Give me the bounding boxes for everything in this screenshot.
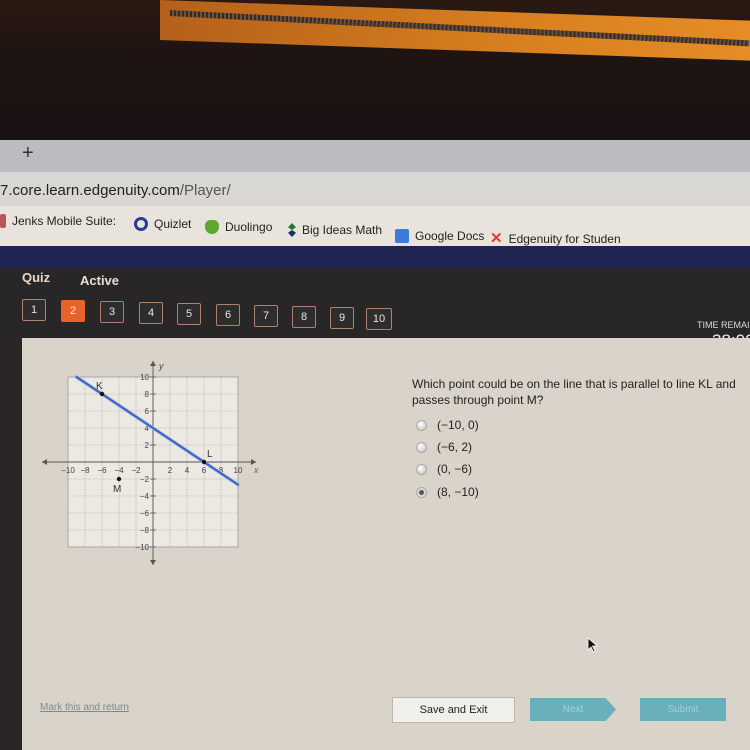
jenks-icon [0,214,6,228]
y-axis-arrow-up [150,361,156,366]
url-path: /Player/ [179,182,231,199]
y-tick-label: 2 [145,441,150,450]
point-m [116,476,122,482]
y-tick-label: 6 [145,407,150,416]
question-button-4[interactable]: 4 [139,302,163,324]
mark-and-return-link[interactable]: Mark this and return [40,702,129,713]
choice-label: (−6, 2) [437,440,473,454]
radio-button[interactable] [416,441,427,453]
answer-choice-2[interactable]: (−6, 2) [416,440,472,454]
bookmark-label: Jenks Mobile Suite: [12,214,117,228]
bookmark-big-ideas-math[interactable]: Big Ideas Math [288,223,382,237]
question-button-7[interactable]: 7 [254,305,278,327]
question-button-3[interactable]: 3 [100,301,124,323]
y-tick-label: −10 [135,543,149,552]
radio-button[interactable] [416,419,427,431]
x-tick-label: 4 [185,466,190,475]
radio-button[interactable] [416,463,427,475]
x-tick-label: −2 [131,466,141,475]
y-axis-arrow-down [150,560,156,565]
coordinate-graph: −10 −8 −6 −4 −2 2 4 6 8 10108642−2−4−6−8−10 KLM x… [42,361,259,565]
x-axis-label: x [253,465,259,475]
x-tick-label: 10 [234,466,243,475]
quiz-type-label: Quiz [22,270,51,285]
radio-button-selected[interactable] [416,486,427,498]
google-docs-icon [395,229,409,243]
time-remaining-label: TIME REMAI [697,320,750,330]
bookmark-label: Big Ideas Math [302,223,383,237]
bookmark-label: Google Docs [415,229,485,243]
x-tick-label: 2 [168,466,173,475]
submit-button[interactable]: Submit [640,698,726,721]
x-tick-label: −10 [61,466,75,475]
y-tick-label: −6 [140,509,150,518]
answer-choice-4[interactable]: (8, −10) [416,485,479,499]
question-button-1[interactable]: 1 [22,299,46,321]
x-tick-label: 6 [202,466,207,475]
y-tick-label: 8 [145,390,150,399]
big-ideas-math-icon [288,223,296,237]
y-axis-label: y [158,361,164,371]
left-sidebar [0,340,22,750]
choice-label: (0, −6) [437,462,473,476]
point-l [201,459,207,465]
question-button-5[interactable]: 5 [177,303,201,325]
question-button-8[interactable]: 8 [292,306,316,328]
bookmark-quizlet[interactable]: Quizlet [134,217,191,231]
tab-strip [0,140,750,172]
choice-label: (−10, 0) [437,418,479,432]
question-text: Which point could be on the line that is… [412,377,736,407]
x-axis-arrow-left [42,459,47,465]
point-k [99,391,105,397]
answer-choice-3[interactable]: (0, −6) [416,462,472,476]
y-tick-label: −8 [140,526,150,535]
new-tab-icon[interactable]: + [22,142,34,165]
answer-choice-1[interactable]: (−10, 0) [416,418,479,432]
point-label-m: M [113,484,121,495]
next-button[interactable]: Next [530,698,616,721]
bookmark-duolingo[interactable]: Duolingo [205,220,272,234]
question-button-2[interactable]: 2 [61,300,85,322]
x-tick-label: −4 [114,466,124,475]
url-text[interactable]: 7.core.learn.edgenuity.com/Player/ [0,182,231,199]
save-and-exit-button[interactable]: Save and Exit [392,697,515,723]
point-label-k: K [96,381,103,392]
question-button-9[interactable]: 9 [330,307,354,329]
url-host: 7.core.learn.edgenuity.com [0,182,180,199]
x-tick-label: −6 [97,466,107,475]
bookmark-jenks[interactable]: Jenks Mobile Suite: [0,214,116,228]
question-button-10[interactable]: 10 [366,308,392,330]
mouse-cursor-icon [587,637,599,653]
edgenuity-icon: ✕ [490,230,503,247]
bookmark-edgenuity[interactable]: ✕ Edgenuity for Studen [490,230,621,247]
bookmark-google-docs[interactable]: Google Docs [395,229,484,243]
quiz-status-label: Active [80,273,120,288]
bookmark-label: Duolingo [225,220,273,234]
y-tick-label: −2 [140,475,150,484]
bookmark-label: Quizlet [154,217,192,231]
quizlet-icon [134,217,148,231]
y-tick-label: −4 [140,492,150,501]
choice-label: (8, −10) [437,485,479,499]
bookmark-label: Edgenuity for Studen [508,232,621,246]
point-label-l: L [207,449,213,460]
duolingo-icon [205,220,219,234]
question-button-6[interactable]: 6 [216,304,240,326]
y-tick-label: 10 [140,373,149,382]
x-tick-label: −8 [80,466,90,475]
